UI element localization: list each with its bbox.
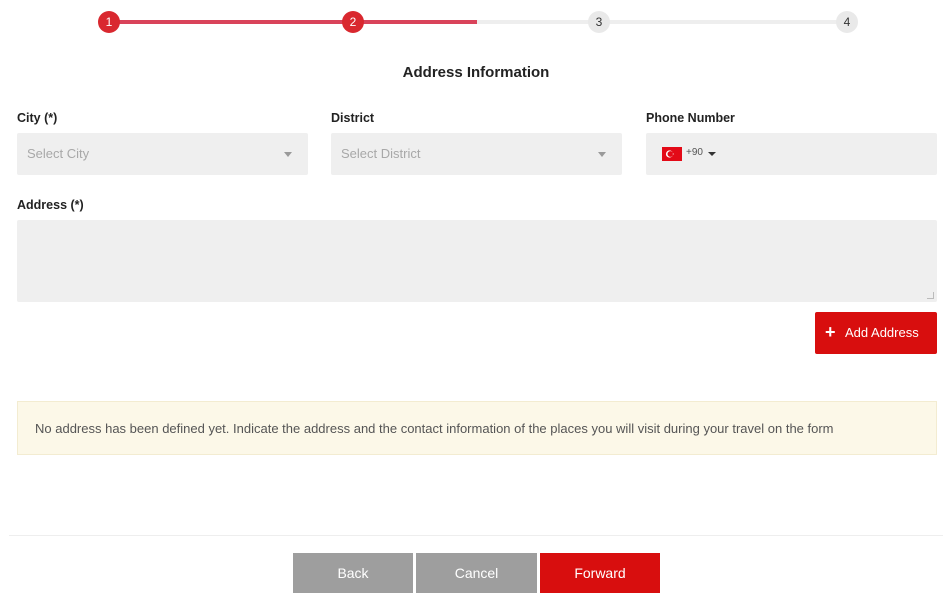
step-2: 2: [342, 11, 364, 33]
step-connector-2-3: [477, 20, 599, 24]
city-placeholder: Select City: [27, 146, 90, 161]
back-button[interactable]: Back: [293, 553, 413, 593]
district-placeholder: Select District: [341, 146, 421, 161]
no-address-notice: No address has been defined yet. Indicat…: [17, 401, 937, 455]
forward-button[interactable]: Forward: [540, 553, 660, 593]
resize-handle-icon[interactable]: [927, 292, 934, 299]
phone-input[interactable]: +90: [646, 133, 937, 175]
turkey-flag-icon[interactable]: [662, 147, 682, 161]
step-3: 3: [588, 11, 610, 33]
footer-divider: [9, 535, 943, 536]
section-title: Address Information: [402, 64, 550, 81]
cancel-button[interactable]: Cancel: [416, 553, 537, 593]
plus-icon: +: [825, 322, 836, 342]
phone-label: Phone Number: [646, 111, 735, 125]
add-address-label: Add Address: [845, 325, 919, 340]
add-address-button[interactable]: + Add Address: [815, 312, 937, 354]
step-connector-1-2: [109, 20, 353, 24]
caret-down-icon[interactable]: [708, 152, 716, 156]
step-connector-3-4: [599, 20, 847, 24]
address-label: Address (*): [17, 198, 84, 212]
country-code[interactable]: +90: [686, 147, 703, 158]
chevron-down-icon: [284, 152, 292, 157]
district-select[interactable]: Select District: [331, 133, 622, 175]
step-connector-2-progress: [353, 20, 477, 24]
step-1: 1: [98, 11, 120, 33]
city-select[interactable]: Select City: [17, 133, 308, 175]
progress-stepper: 1 2 3 4: [0, 0, 952, 44]
address-textarea[interactable]: [17, 220, 937, 302]
district-label: District: [331, 111, 375, 125]
step-4: 4: [836, 11, 858, 33]
chevron-down-icon: [598, 152, 606, 157]
city-label: City (*): [17, 111, 58, 125]
